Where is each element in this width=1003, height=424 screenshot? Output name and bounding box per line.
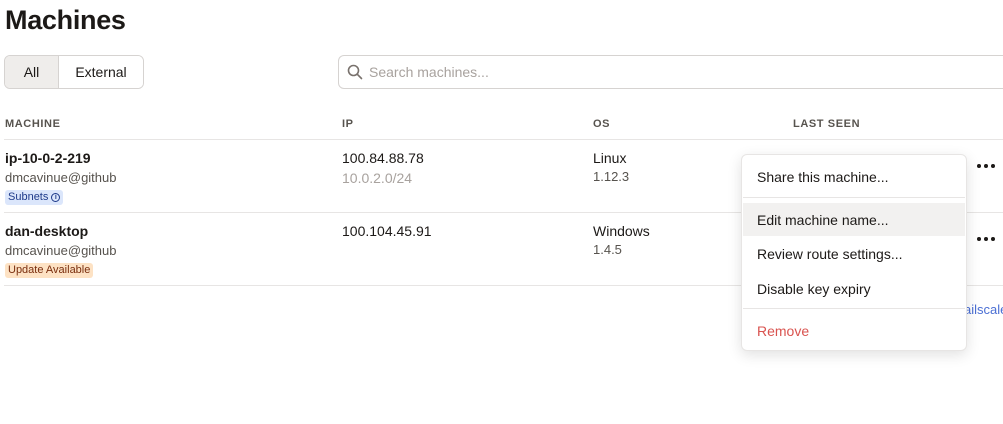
footer-link-partial[interactable]: ailscale <box>964 302 1003 317</box>
machine-subnet: 10.0.2.0/24 <box>342 170 413 186</box>
column-header-last-seen[interactable]: LAST SEEN <box>793 118 860 130</box>
machine-context-menu: Share this machine... Edit machine name.… <box>741 154 967 351</box>
table-divider <box>4 139 1003 140</box>
search-input[interactable] <box>369 64 969 80</box>
menu-item-review-route-settings[interactable]: Review route settings... <box>743 237 965 270</box>
badge-label: Subnets <box>8 191 49 203</box>
machine-os: Linux <box>593 150 627 166</box>
column-header-os[interactable]: OS <box>593 118 610 130</box>
machine-version: 1.12.3 <box>593 169 630 184</box>
info-icon: i <box>51 193 61 202</box>
machine-name[interactable]: dan-desktop <box>5 223 88 239</box>
search-box <box>338 55 1003 89</box>
machine-version: 1.4.5 <box>593 242 622 257</box>
machine-owner: dmcavinue@github <box>5 243 117 258</box>
menu-item-remove[interactable]: Remove <box>743 314 965 347</box>
subnets-badge[interactable]: Subnets i <box>5 190 64 205</box>
update-available-badge[interactable]: Update Available <box>5 263 94 278</box>
more-horizontal-icon[interactable] <box>974 231 998 247</box>
column-header-machine[interactable]: MACHINE <box>5 118 61 130</box>
machine-name[interactable]: ip-10-0-2-219 <box>5 150 91 166</box>
filter-external-button[interactable]: External <box>59 56 143 88</box>
search-icon <box>347 64 363 80</box>
badge-label: Update Available <box>8 264 91 276</box>
machine-filter-toggle: All External <box>4 55 144 89</box>
machine-os: Windows <box>593 223 650 239</box>
page-title: Machines <box>5 5 126 35</box>
menu-item-share-machine[interactable]: Share this machine... <box>743 160 965 193</box>
menu-item-edit-machine-name[interactable]: Edit machine name... <box>743 203 965 236</box>
menu-divider <box>743 197 965 198</box>
more-horizontal-icon[interactable] <box>974 158 998 174</box>
machine-ip: 100.104.45.91 <box>342 223 432 239</box>
menu-divider <box>743 308 965 309</box>
column-header-ip[interactable]: IP <box>342 118 354 130</box>
filter-all-button[interactable]: All <box>5 56 59 88</box>
machine-owner: dmcavinue@github <box>5 170 117 185</box>
menu-item-disable-key-expiry[interactable]: Disable key expiry <box>743 272 965 305</box>
machine-ip: 100.84.88.78 <box>342 150 424 166</box>
